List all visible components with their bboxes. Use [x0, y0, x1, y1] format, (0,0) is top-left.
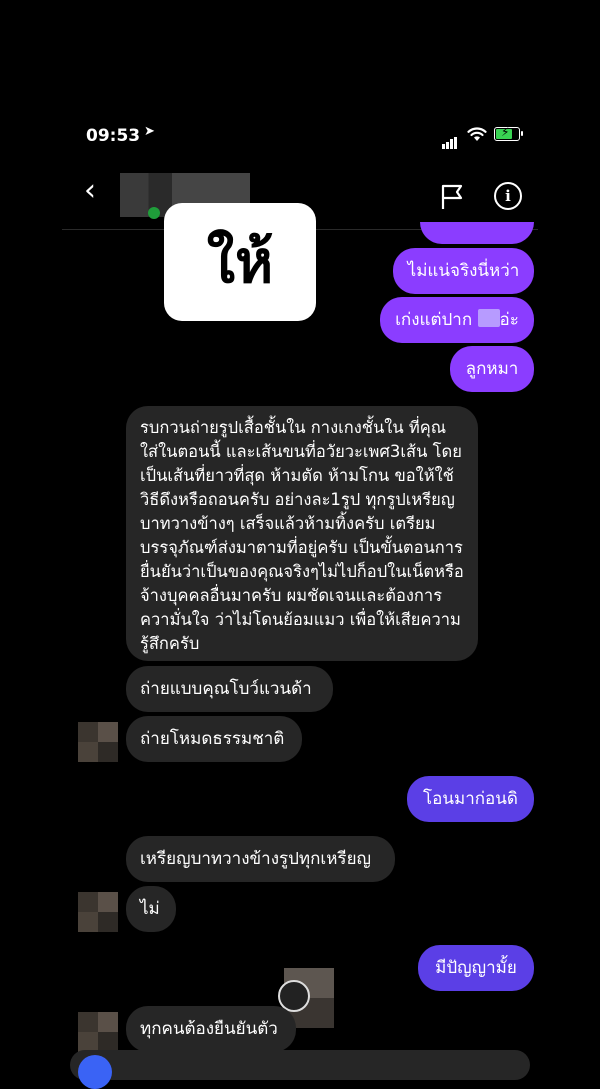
message-bubble-incoming[interactable]: ถ่ายโหมดธรรมชาติ	[126, 716, 302, 762]
message-text-part: อ่ะ	[499, 310, 519, 330]
censored-name	[477, 309, 500, 327]
flag-icon[interactable]	[440, 184, 464, 210]
message-bubble-outgoing[interactable]: โอนมาก่อนดิ	[407, 776, 534, 822]
message-bubble-incoming[interactable]: รบกวนถ่ายรูปเสื้อชั้นใน กางเกงชั้นใน ที่…	[126, 406, 478, 661]
message-text: เหรียญบาทวางข้างรูปทุกเหรียญ	[140, 849, 372, 869]
status-time: 09:53	[86, 126, 141, 146]
message-bubble-incoming[interactable]: เหรียญบาทวางข้างรูปทุกเหรียญ	[126, 836, 395, 882]
message-bubble-incoming[interactable]: ไม่	[126, 886, 176, 932]
battery-tip	[521, 131, 523, 136]
message-text: รบกวนถ่ายรูปเสื้อชั้นใน กางเกงชั้นใน ที่…	[140, 418, 464, 653]
status-bar: 09:53 ➤ ⚡	[0, 118, 600, 158]
location-arrow-icon: ➤	[144, 124, 155, 139]
message-composer[interactable]	[70, 1050, 530, 1080]
signal-icon	[442, 130, 458, 149]
message-bubble-outgoing[interactable]: เก่งแต่ปาก อ่ะ	[380, 297, 534, 343]
chevron-left-icon[interactable]: ‹	[84, 176, 96, 206]
message-text-part: เก่งแต่ปาก	[395, 310, 478, 330]
message-bubble-outgoing[interactable]: ไม่แน่จริงนี่หว่า	[393, 248, 534, 294]
online-status-dot	[148, 207, 160, 219]
message-text: ไม่แน่จริงนี่หว่า	[407, 261, 520, 281]
sender-avatar-censored[interactable]	[78, 722, 118, 762]
message-text: โอนมาก่อนดิ	[423, 789, 518, 809]
camera-icon[interactable]	[78, 1055, 112, 1089]
message-bubble-incoming[interactable]: ถ่ายแบบคุณโบว์แวนด้า	[126, 666, 333, 712]
battery-charging-icon: ⚡	[494, 125, 520, 141]
message-bubble-incoming[interactable]: ทุกคนต้องยืนยันตัว	[126, 1006, 296, 1052]
message-bubble-outgoing[interactable]: ลูกหมา	[450, 346, 534, 392]
text-sticker: ให้	[164, 203, 316, 321]
message-text: ทุกคนต้องยืนยันตัว	[140, 1019, 278, 1039]
sender-avatar-censored[interactable]	[78, 892, 118, 932]
message-bubble-partial[interactable]	[420, 222, 534, 244]
message-text: มีปัญญามั้ย	[435, 958, 517, 978]
message-text: ถ่ายโหมดธรรมชาติ	[140, 729, 285, 749]
sender-avatar-censored[interactable]	[78, 1012, 118, 1052]
message-bubble-outgoing[interactable]: มีปัญญามั้ย	[418, 945, 534, 991]
message-text: ถ่ายแบบคุณโบว์แวนด้า	[140, 679, 312, 699]
info-icon[interactable]: i	[494, 182, 522, 210]
message-text: ลูกหมา	[465, 359, 519, 379]
message-text: ไม่	[140, 899, 160, 919]
wifi-icon	[467, 127, 487, 141]
